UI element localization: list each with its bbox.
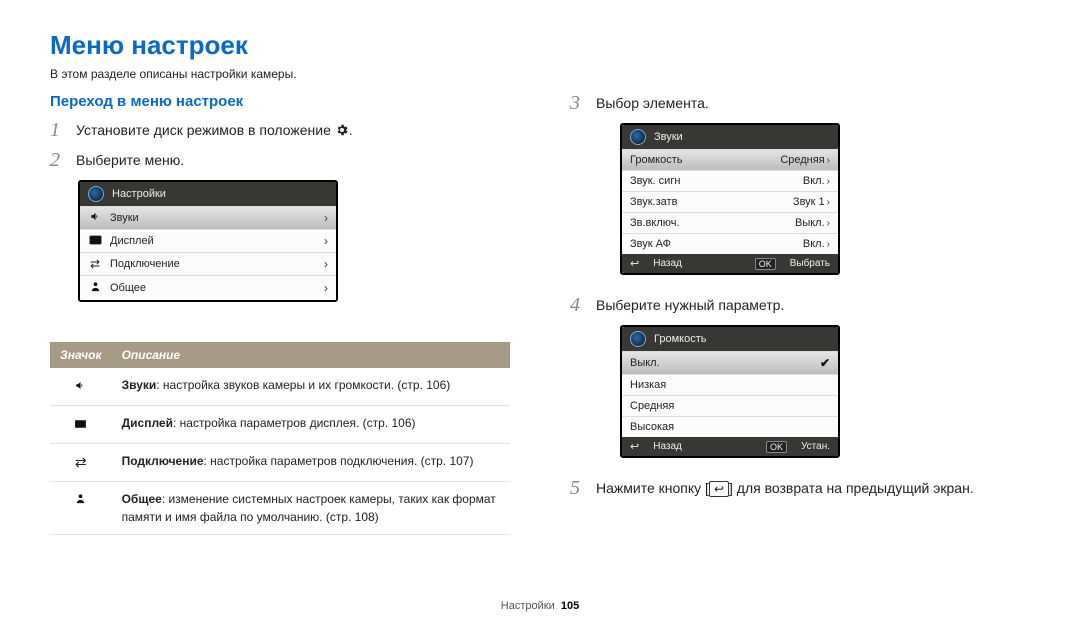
step-number: 5 — [570, 478, 584, 498]
sounds-panel: Звуки Громкость Средняя› Звук. сигн Вкл.… — [620, 123, 840, 275]
menu-row-label: Подключение — [110, 258, 180, 270]
table-head-desc: Описание — [112, 342, 510, 368]
lens-icon — [630, 129, 646, 145]
person-icon — [50, 482, 112, 535]
step-text: Установите диск режимов в положение . — [76, 120, 353, 140]
menu-row-label: Звуки — [110, 212, 139, 224]
footer-back-label: Назад — [653, 258, 682, 269]
menu-row[interactable]: Общее › — [80, 275, 336, 300]
display-icon — [88, 234, 102, 248]
icon-description-table: Значок Описание Звуки: настройка звуков … — [50, 342, 510, 535]
table-row: ⇄ Подключение: настройка параметров подк… — [50, 444, 510, 482]
table-row: Общее: изменение системных настроек каме… — [50, 482, 510, 535]
menu-row[interactable]: Дисплей › — [80, 229, 336, 252]
step-number: 2 — [50, 150, 64, 170]
step-text: Выбор элемента. — [596, 93, 709, 111]
step-3: 3 Выбор элемента. — [570, 93, 1030, 113]
speaker-icon — [50, 368, 112, 406]
menu-row-label: Звук.затв — [630, 196, 677, 208]
step-5: 5 Нажмите кнопку [↩] для возврата на пре… — [570, 478, 1030, 498]
connection-icon: ⇄ — [88, 257, 102, 271]
step-text: Выберите меню. — [76, 150, 184, 168]
volume-panel: Громкость Выкл. ✔ Низкая Средняя Высокая… — [620, 325, 840, 458]
menu-row[interactable]: Зв.включ. Выкл.› — [622, 212, 838, 233]
step-number: 4 — [570, 295, 584, 315]
step-text: Нажмите кнопку [↩] для возврата на преды… — [596, 478, 974, 497]
step-1: 1 Установите диск режимов в положение . — [50, 120, 510, 140]
gear-icon — [335, 123, 349, 140]
menu-row[interactable]: Выкл. ✔ — [622, 351, 838, 374]
panel-header: Настройки — [80, 182, 336, 206]
left-column: Переход в меню настроек 1 Установите дис… — [50, 93, 510, 535]
step-text: Выберите нужный параметр. — [596, 295, 784, 313]
menu-row-label: Средняя — [630, 400, 674, 412]
chevron-right-icon: › — [827, 197, 830, 208]
chevron-right-icon: › — [827, 176, 830, 187]
return-icon[interactable]: ↩ — [630, 440, 639, 453]
menu-row-label: Дисплей — [110, 235, 154, 247]
menu-row[interactable]: ⇄ Подключение › — [80, 252, 336, 275]
chevron-right-icon: › — [324, 211, 328, 225]
step-number: 3 — [570, 93, 584, 113]
person-icon — [88, 280, 102, 296]
return-icon[interactable]: ↩ — [630, 257, 639, 270]
chevron-right-icon: › — [827, 239, 830, 250]
menu-row[interactable]: Звук. сигн Вкл.› — [622, 170, 838, 191]
menu-row[interactable]: Средняя — [622, 395, 838, 416]
menu-row-label: Низкая — [630, 379, 666, 391]
chevron-right-icon: › — [827, 218, 830, 229]
menu-row[interactable]: Высокая — [622, 416, 838, 437]
panel-header-text: Настройки — [112, 188, 166, 200]
connection-icon: ⇄ — [50, 444, 112, 482]
menu-row-label: Высокая — [630, 421, 674, 433]
table-row: Дисплей: настройка параметров дисплея. (… — [50, 406, 510, 444]
return-icon: ↩ — [709, 481, 729, 497]
lens-icon — [630, 331, 646, 347]
menu-row-label: Звук АФ — [630, 238, 671, 250]
ok-button-indicator[interactable]: OK — [766, 441, 787, 453]
table-head-icon: Значок — [50, 342, 112, 368]
step-2: 2 Выберите меню. — [50, 150, 510, 170]
menu-row-label: Громкость — [630, 154, 682, 166]
menu-row[interactable]: Звук.затв Звук 1› — [622, 191, 838, 212]
panel-footer: ↩ Назад OK Выбрать — [622, 254, 838, 273]
lens-icon — [88, 186, 104, 202]
section-title: Переход в меню настроек — [50, 93, 510, 110]
right-column: 3 Выбор элемента. Звуки Громкость Средня… — [570, 93, 1030, 535]
speaker-icon — [88, 211, 102, 225]
display-icon — [50, 406, 112, 444]
panel-footer: ↩ Назад OK Устан. — [622, 437, 838, 456]
panel-header: Громкость — [622, 327, 838, 351]
settings-panel: Настройки Звуки › Дисплей › ⇄ Подкл — [78, 180, 338, 302]
menu-row-label: Общее — [110, 282, 146, 294]
chevron-right-icon: › — [324, 234, 328, 248]
chevron-right-icon: › — [324, 281, 328, 295]
menu-row[interactable]: Низкая — [622, 374, 838, 395]
footer-back-label: Назад — [653, 441, 682, 452]
chevron-right-icon: › — [324, 257, 328, 271]
table-row: Звуки: настройка звуков камеры и их гром… — [50, 368, 510, 406]
menu-row[interactable]: Громкость Средняя› — [622, 149, 838, 170]
page-title: Меню настроек — [50, 30, 1030, 61]
menu-row[interactable]: Звуки › — [80, 206, 336, 229]
menu-row-label: Звук. сигн — [630, 175, 680, 187]
footer-ok-label: Выбрать — [790, 258, 830, 269]
step-number: 1 — [50, 120, 64, 140]
page-intro: В этом разделе описаны настройки камеры. — [50, 67, 1030, 81]
panel-header-text: Громкость — [654, 333, 706, 345]
check-icon: ✔ — [820, 356, 830, 370]
menu-row-label: Зв.включ. — [630, 217, 680, 229]
panel-header: Звуки — [622, 125, 838, 149]
menu-row[interactable]: Звук АФ Вкл.› — [622, 233, 838, 254]
step-4: 4 Выберите нужный параметр. — [570, 295, 1030, 315]
ok-button-indicator[interactable]: OK — [755, 258, 776, 270]
menu-row-label: Выкл. — [630, 357, 660, 369]
footer-ok-label: Устан. — [801, 441, 830, 452]
chevron-right-icon: › — [827, 155, 830, 166]
page-footer: Настройки 105 — [0, 600, 1080, 612]
panel-header-text: Звуки — [654, 131, 683, 143]
